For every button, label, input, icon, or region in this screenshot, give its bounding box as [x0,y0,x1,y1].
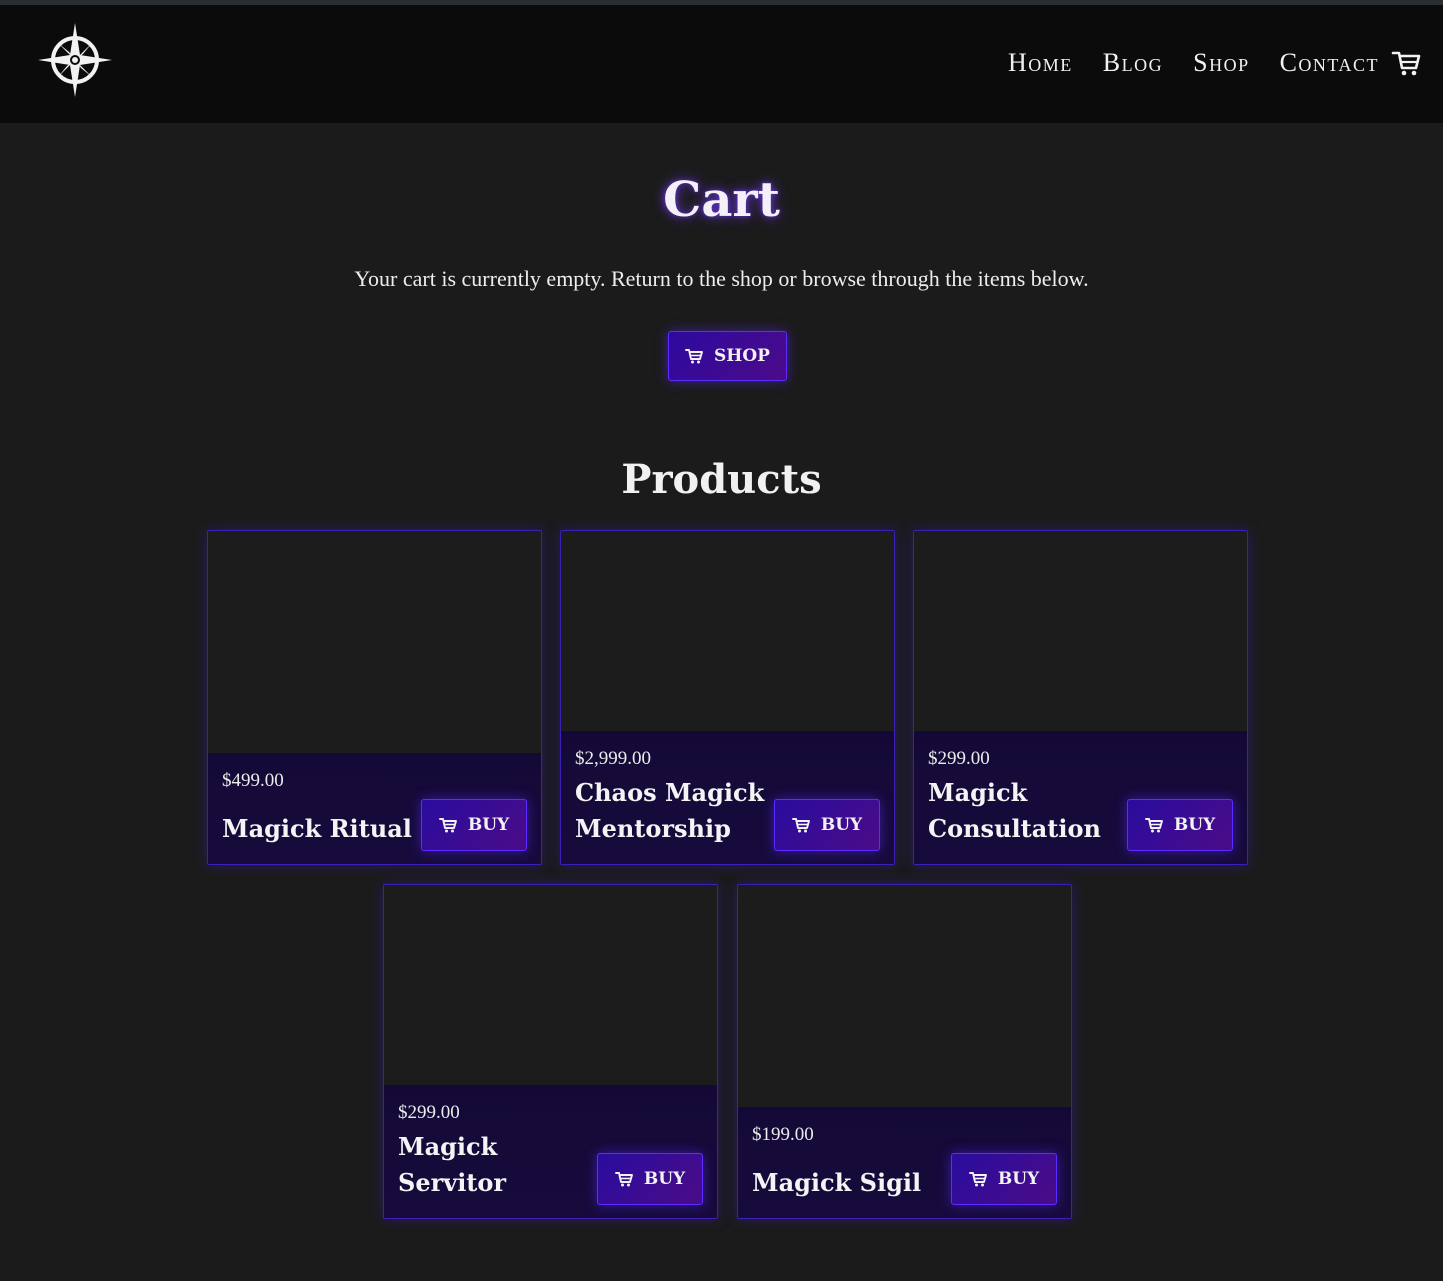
buy-button[interactable]: BUY [421,799,527,851]
product-name: Chaos Magick Mentorship [575,778,765,843]
product-info: $2,999.00 Chaos Magick Mentorship BUY [561,731,894,864]
product-price: $499.00 [222,770,284,791]
cart-icon[interactable] [1391,48,1421,78]
products-title: Products [621,456,822,503]
product-info: $499.00 Magick Ritual BUY [208,753,541,864]
cart-icon [968,1171,988,1187]
cart-icon [614,1171,634,1187]
product-price: $2,999.00 [575,748,651,769]
product-card[interactable]: $199.00 Magick Sigil BUY [737,884,1072,1219]
cart-icon [791,817,811,833]
site-header: Home Blog Shop Contact [0,5,1443,123]
buy-button-label: BUY [1173,815,1216,835]
product-price: $199.00 [752,1124,814,1145]
cart-icon [1144,817,1164,833]
main-nav: Home Blog Shop Contact [978,45,1421,81]
shop-button[interactable]: SHOP [668,331,787,381]
product-price: $299.00 [928,748,990,769]
product-name: Magick Ritual [222,814,412,843]
nav-home[interactable]: Home [1008,48,1073,78]
buy-button-label: BUY [820,815,863,835]
product-info: $199.00 Magick Sigil BUY [738,1107,1071,1218]
nav-blog[interactable]: Blog [1103,48,1163,78]
page-title: Cart [663,172,780,228]
product-card[interactable]: $499.00 Magick Ritual BUY [207,530,542,865]
product-name: Magick Servitor [398,1132,507,1197]
product-price: $299.00 [398,1102,460,1123]
empty-cart-message: Your cart is currently empty. Return to … [354,266,1089,291]
cart-icon [438,817,458,833]
buy-button-label: BUY [997,1169,1040,1189]
buy-button[interactable]: BUY [774,799,880,851]
cart-icon [685,348,704,364]
product-card[interactable]: $2,999.00 Chaos Magick Mentorship BUY [560,530,895,865]
shop-button-label: SHOP [714,346,770,366]
product-info: $299.00 Magick Servitor BUY [384,1085,717,1218]
nav-contact[interactable]: Contact [1280,48,1379,78]
product-card[interactable]: $299.00 Magick Servitor BUY [383,884,718,1219]
buy-button-label: BUY [643,1169,686,1189]
buy-button-label: BUY [467,815,510,835]
nav-shop[interactable]: Shop [1193,48,1249,78]
product-name: Magick Sigil [752,1168,922,1197]
product-name: Magick Consultation [928,778,1101,843]
buy-button[interactable]: BUY [597,1153,703,1205]
product-card[interactable]: $299.00 Magick Consultation BUY [913,530,1248,865]
compass-logo-icon[interactable] [36,21,114,99]
buy-button[interactable]: BUY [1127,799,1233,851]
buy-button[interactable]: BUY [951,1153,1057,1205]
product-info: $299.00 Magick Consultation BUY [914,731,1247,864]
